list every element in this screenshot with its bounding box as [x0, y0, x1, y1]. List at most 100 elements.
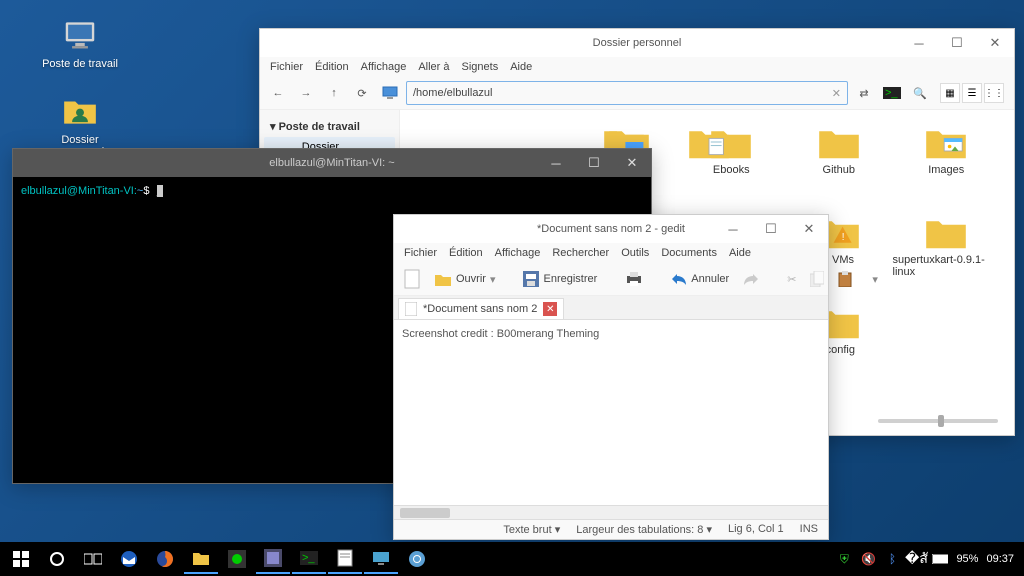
- menu-item[interactable]: Édition: [315, 61, 349, 73]
- bluetooth-icon[interactable]: ᛒ: [884, 551, 900, 567]
- document-icon: [404, 269, 420, 289]
- redo-icon: [743, 272, 759, 286]
- battery-icon[interactable]: [932, 551, 948, 567]
- menu-item[interactable]: Signets: [462, 61, 499, 73]
- scissors-icon: ✂: [787, 273, 796, 286]
- gedit-task-button[interactable]: [328, 544, 362, 574]
- new-doc-button[interactable]: [400, 267, 424, 291]
- close-button[interactable]: ✕: [976, 29, 1014, 57]
- paste-button[interactable]: [834, 269, 856, 289]
- display-button[interactable]: [364, 544, 398, 574]
- menu-item[interactable]: Affichage: [361, 61, 407, 73]
- circle-icon: [49, 551, 65, 567]
- nav-back-button[interactable]: ←: [266, 81, 290, 105]
- system-tray: ⛨ 🔇 ᛒ �สั 95% 09:37: [836, 551, 1020, 567]
- menu-item[interactable]: Aide: [729, 247, 751, 259]
- editor-area[interactable]: Screenshot credit : B00merang Theming: [394, 320, 828, 505]
- minimize-button[interactable]: ─: [900, 29, 938, 57]
- menu-item[interactable]: Édition: [449, 247, 483, 259]
- folder-item[interactable]: Github: [785, 124, 893, 214]
- firefox-button[interactable]: [148, 544, 182, 574]
- gedit-window: *Document sans nom 2 - gedit ─ ☐ ✕ Fichi…: [393, 214, 829, 540]
- open-button[interactable]: Ouvrir ▾: [430, 269, 499, 289]
- window-title: Dossier personnel: [593, 37, 682, 49]
- copy-button[interactable]: [806, 269, 828, 289]
- app-button[interactable]: [220, 544, 254, 574]
- status-syntax[interactable]: Texte brut ▾: [503, 523, 560, 536]
- chromium-button[interactable]: [400, 544, 434, 574]
- gedit-statusbar: Texte brut ▾ Largeur des tabulations: 8 …: [394, 519, 828, 539]
- undo-icon: [671, 272, 687, 286]
- cortana-button[interactable]: [40, 544, 74, 574]
- files-button[interactable]: [184, 544, 218, 574]
- reload-button[interactable]: ⟳: [350, 81, 374, 105]
- menu-item[interactable]: Aller à: [418, 61, 449, 73]
- list-view-button[interactable]: ☰: [962, 83, 982, 103]
- desktop-icon-computer[interactable]: Poste de travail: [40, 16, 120, 70]
- folder-open-icon: [434, 271, 452, 287]
- gedit-menubar: Fichier Édition Affichage Rechercher Out…: [394, 243, 828, 263]
- maximize-button[interactable]: ☐: [938, 29, 976, 57]
- cut-button[interactable]: ✂: [783, 271, 800, 288]
- minimize-button[interactable]: ─: [537, 149, 575, 177]
- clock[interactable]: 09:37: [986, 553, 1014, 565]
- nav-forward-button[interactable]: →: [294, 81, 318, 105]
- menu-item[interactable]: Aide: [510, 61, 532, 73]
- terminal-here-button[interactable]: >_: [880, 81, 904, 105]
- wifi-icon[interactable]: �สั: [908, 551, 924, 567]
- taskview-button[interactable]: [76, 544, 110, 574]
- gedit-titlebar[interactable]: *Document sans nom 2 - gedit ─ ☐ ✕: [394, 215, 828, 243]
- menu-item[interactable]: Affichage: [495, 247, 541, 259]
- clear-path-icon[interactable]: ✕: [832, 87, 841, 100]
- menu-item[interactable]: Fichier: [404, 247, 437, 259]
- sidebar-header[interactable]: ▾ Poste de travail: [264, 116, 395, 137]
- gedit-toolbar: Ouvrir ▾ Enregistrer Annuler ✂ ▾: [394, 263, 828, 296]
- undo-button[interactable]: Annuler: [667, 270, 733, 288]
- folder-item[interactable]: Images: [893, 124, 1001, 214]
- tab-close-button[interactable]: ✕: [543, 302, 557, 316]
- clipboard-icon: [838, 271, 852, 287]
- computer-icon[interactable]: [378, 81, 402, 105]
- horizontal-scrollbar[interactable]: [394, 505, 828, 519]
- path-input[interactable]: /home/elbullazul ✕: [406, 81, 848, 105]
- user-folder-icon: [61, 92, 99, 130]
- scrollbar-thumb[interactable]: [400, 508, 450, 518]
- file-manager-titlebar[interactable]: Dossier personnel ─ ☐ ✕: [260, 29, 1014, 57]
- minimize-button[interactable]: ─: [714, 215, 752, 243]
- zoom-slider[interactable]: [878, 419, 998, 423]
- save-button[interactable]: Enregistrer: [519, 269, 601, 289]
- menu-item[interactable]: Rechercher: [552, 247, 609, 259]
- taskview-icon: [84, 552, 102, 566]
- toggle-path-button[interactable]: ⇄: [852, 81, 876, 105]
- start-button[interactable]: [4, 544, 38, 574]
- print-button[interactable]: [621, 270, 647, 288]
- compact-view-button[interactable]: ⋮⋮: [984, 83, 1004, 103]
- copy-icon: [810, 271, 824, 287]
- windows-icon: [13, 551, 29, 567]
- thunderbird-button[interactable]: [112, 544, 146, 574]
- close-button[interactable]: ✕: [613, 149, 651, 177]
- menu-item[interactable]: Outils: [621, 247, 649, 259]
- maximize-button[interactable]: ☐: [575, 149, 613, 177]
- terminal-prompt-user: elbullazul@MinTitan-VI:: [21, 185, 137, 197]
- icon-view-button[interactable]: ▦: [940, 83, 960, 103]
- search-button[interactable]: 🔍: [908, 81, 932, 105]
- shield-icon[interactable]: ⛨: [836, 551, 852, 567]
- folder-item[interactable]: supertuxkart-0.9.1-linux: [893, 214, 1001, 304]
- menu-item[interactable]: Fichier: [270, 61, 303, 73]
- status-tabs[interactable]: Largeur des tabulations: 8 ▾: [576, 523, 712, 536]
- redo-button[interactable]: [739, 270, 763, 288]
- chevron-down-icon[interactable]: ▾: [868, 271, 882, 288]
- volume-icon[interactable]: 🔇: [860, 551, 876, 567]
- nav-up-button[interactable]: ↑: [322, 81, 346, 105]
- maximize-button[interactable]: ☐: [752, 215, 790, 243]
- terminal-titlebar[interactable]: elbullazul@MinTitan-VI: ~ ─ ☐ ✕: [13, 149, 651, 177]
- file-tab[interactable]: *Document sans nom 2 ✕: [398, 298, 564, 319]
- folder-item[interactable]: [674, 124, 744, 164]
- menu-item[interactable]: Documents: [661, 247, 717, 259]
- terminal-task-button[interactable]: >_: [292, 544, 326, 574]
- status-position: Lig 6, Col 1: [728, 523, 784, 536]
- file-manager-menubar: Fichier Édition Affichage Aller à Signet…: [260, 57, 1014, 77]
- close-button[interactable]: ✕: [790, 215, 828, 243]
- settings-button[interactable]: [256, 544, 290, 574]
